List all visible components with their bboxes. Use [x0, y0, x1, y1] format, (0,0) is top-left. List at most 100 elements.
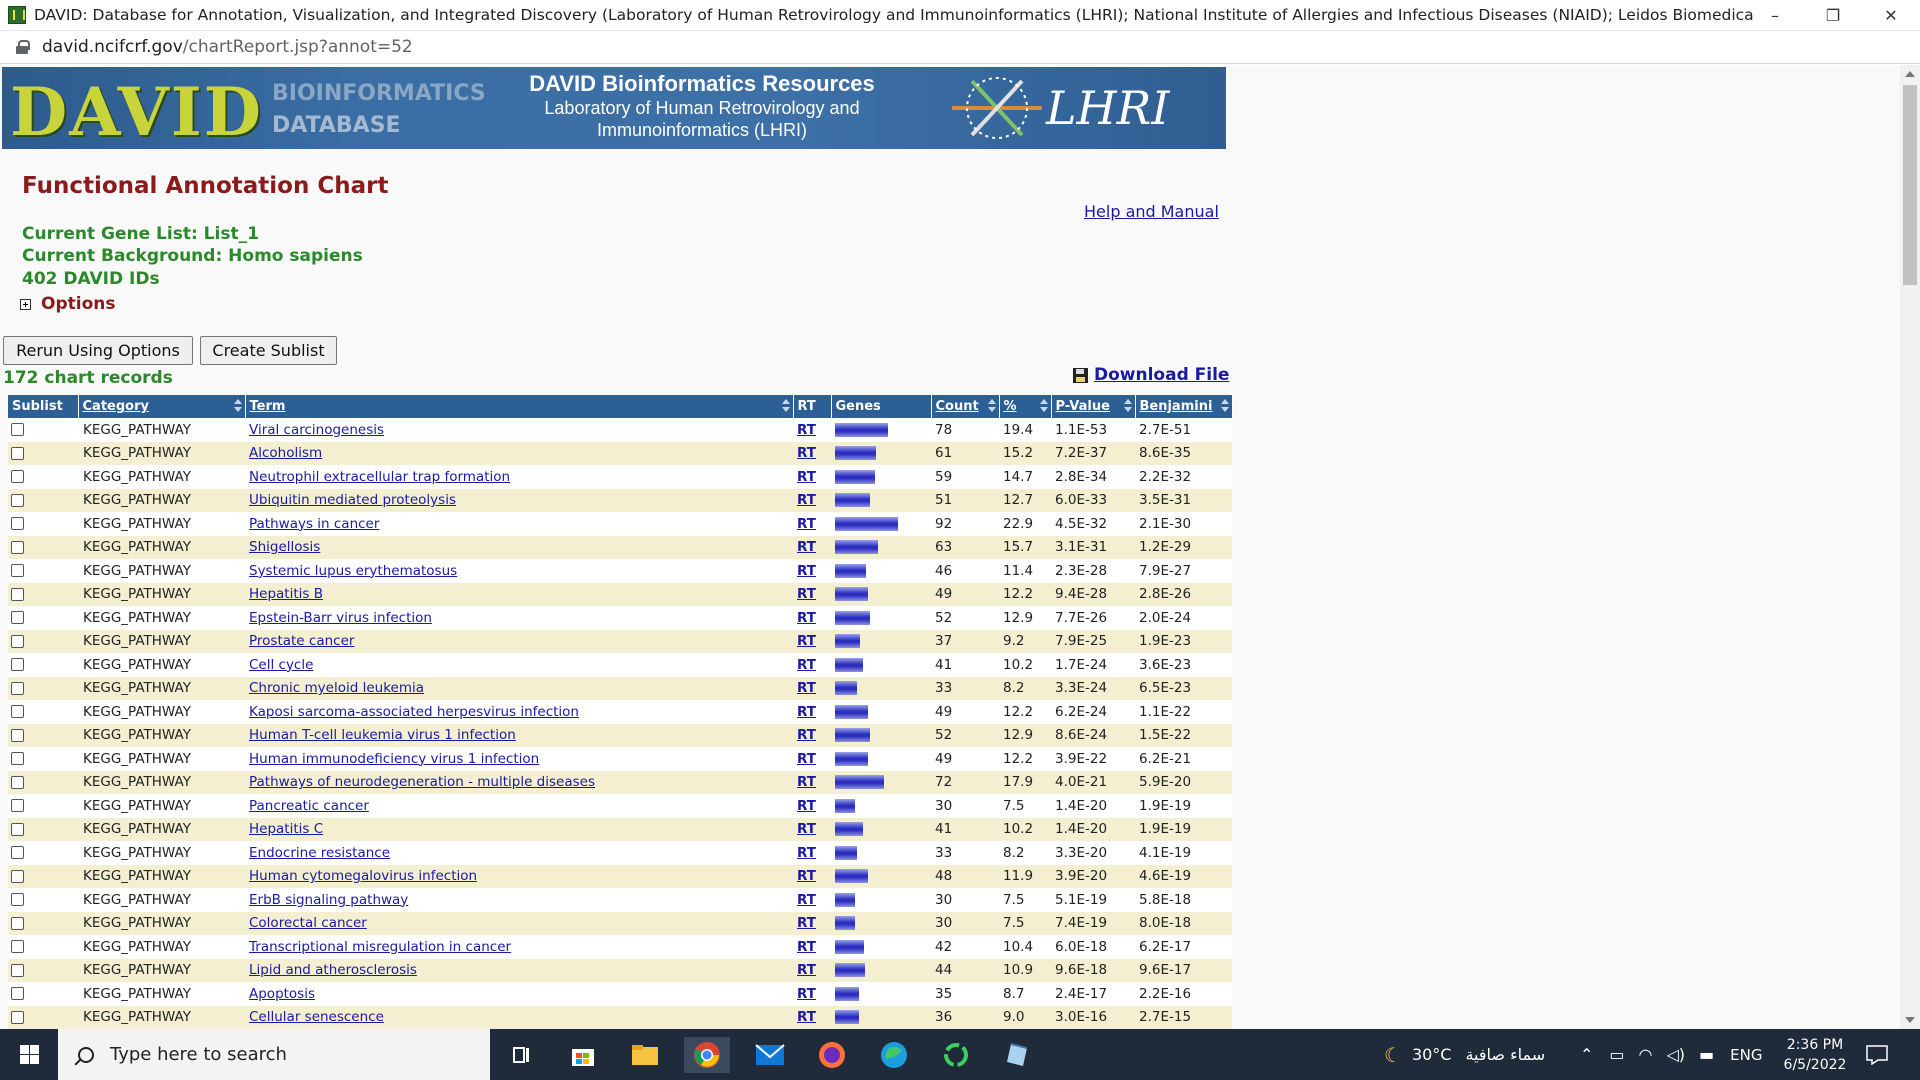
- help-manual-link[interactable]: Help and Manual: [1084, 202, 1219, 221]
- sort-icon[interactable]: [987, 399, 996, 413]
- row-checkbox[interactable]: [11, 564, 24, 578]
- scroll-up-arrow-icon[interactable]: [1905, 71, 1915, 77]
- genes-bar[interactable]: [835, 775, 884, 790]
- row-term-link[interactable]: Shigellosis: [249, 539, 320, 555]
- row-term-link[interactable]: Epstein-Barr virus infection: [249, 610, 432, 626]
- row-term-link[interactable]: Systemic lupus erythematosus: [249, 563, 457, 579]
- options-toggle[interactable]: Options: [20, 294, 115, 314]
- row-rt-link[interactable]: RT: [797, 657, 816, 673]
- taskbar-search-box[interactable]: Type here to search: [58, 1029, 490, 1080]
- address-bar[interactable]: david.ncifcrf.gov/chartReport.jsp?annot=…: [0, 31, 1920, 64]
- row-term-link[interactable]: Pathways of neurodegeneration - multiple…: [249, 774, 595, 790]
- row-checkbox[interactable]: [11, 681, 24, 695]
- vertical-scrollbar[interactable]: [1900, 65, 1920, 1029]
- download-file-link[interactable]: Download File: [1073, 365, 1229, 385]
- row-checkbox[interactable]: [11, 540, 24, 554]
- row-term-link[interactable]: Neutrophil extracellular trap formation: [249, 469, 510, 485]
- row-rt-link[interactable]: RT: [797, 892, 816, 908]
- volume-icon[interactable]: ◁): [1667, 1045, 1686, 1064]
- row-rt-link[interactable]: RT: [797, 422, 816, 438]
- row-rt-link[interactable]: RT: [797, 915, 816, 931]
- row-term-link[interactable]: Cellular senescence: [249, 1009, 384, 1025]
- col-benjamini[interactable]: Benjamini: [1135, 395, 1233, 418]
- col-percent-label[interactable]: %: [1004, 399, 1017, 414]
- genes-bar[interactable]: [835, 681, 857, 696]
- row-term-link[interactable]: Human cytomegalovirus infection: [249, 868, 477, 884]
- row-checkbox[interactable]: [11, 916, 24, 930]
- col-benjamini-label[interactable]: Benjamini: [1140, 399, 1213, 414]
- minimize-button[interactable]: –: [1746, 0, 1804, 31]
- row-checkbox[interactable]: [11, 493, 24, 507]
- lock-icon[interactable]: [16, 40, 30, 54]
- row-rt-link[interactable]: RT: [797, 633, 816, 649]
- row-rt-link[interactable]: RT: [797, 586, 816, 602]
- row-rt-link[interactable]: RT: [797, 492, 816, 508]
- row-checkbox[interactable]: [11, 987, 24, 1001]
- row-checkbox[interactable]: [11, 752, 24, 766]
- row-rt-link[interactable]: RT: [797, 939, 816, 955]
- row-checkbox[interactable]: [11, 705, 24, 719]
- genes-bar[interactable]: [835, 751, 868, 766]
- windows-start-button[interactable]: [0, 1029, 58, 1080]
- row-rt-link[interactable]: RT: [797, 774, 816, 790]
- row-term-link[interactable]: Pathways in cancer: [249, 516, 379, 532]
- row-checkbox[interactable]: [11, 728, 24, 742]
- sort-icon[interactable]: [781, 399, 790, 413]
- col-pvalue[interactable]: P-Value: [1051, 395, 1136, 418]
- weather-widget[interactable]: ☾ 30°C سماء صافية: [1384, 1029, 1545, 1080]
- row-term-link[interactable]: Apoptosis: [249, 986, 315, 1002]
- genes-bar[interactable]: [835, 916, 855, 931]
- close-button[interactable]: ✕: [1862, 0, 1920, 31]
- row-term-link[interactable]: Chronic myeloid leukemia: [249, 680, 424, 696]
- notifications-icon[interactable]: [1866, 1029, 1888, 1080]
- task-view-icon[interactable]: [503, 1037, 539, 1073]
- genes-bar[interactable]: [835, 892, 855, 907]
- col-percent[interactable]: %: [999, 395, 1052, 418]
- row-rt-link[interactable]: RT: [797, 798, 816, 814]
- row-checkbox[interactable]: [11, 1010, 24, 1024]
- genes-bar[interactable]: [835, 493, 870, 508]
- row-checkbox[interactable]: [11, 446, 24, 460]
- row-checkbox[interactable]: [11, 658, 24, 672]
- notepad-icon[interactable]: [1000, 1037, 1036, 1073]
- row-term-link[interactable]: Transcriptional misregulation in cancer: [249, 939, 511, 955]
- col-category[interactable]: Category: [78, 395, 246, 418]
- row-checkbox[interactable]: [11, 423, 24, 437]
- sync-app-icon[interactable]: [938, 1037, 974, 1073]
- genes-bar[interactable]: [835, 869, 868, 884]
- chevron-up-icon[interactable]: ⌃: [1580, 1045, 1593, 1064]
- col-count-label[interactable]: Count: [936, 399, 979, 414]
- row-checkbox[interactable]: [11, 611, 24, 625]
- row-checkbox[interactable]: [11, 940, 24, 954]
- genes-bar[interactable]: [835, 963, 865, 978]
- battery-icon[interactable]: ▬: [1699, 1045, 1714, 1064]
- clock[interactable]: 2:36 PM 6/5/2022: [1778, 1029, 1852, 1080]
- firefox-icon[interactable]: [814, 1037, 850, 1073]
- genes-bar[interactable]: [835, 422, 888, 437]
- genes-bar[interactable]: [835, 516, 898, 531]
- row-checkbox[interactable]: [11, 775, 24, 789]
- col-term-label[interactable]: Term: [250, 399, 286, 414]
- row-term-link[interactable]: Prostate cancer: [249, 633, 354, 649]
- genes-bar[interactable]: [835, 986, 859, 1001]
- meet-now-icon[interactable]: ▭: [1609, 1045, 1624, 1064]
- genes-bar[interactable]: [835, 1010, 859, 1025]
- chrome-taskbar-icon[interactable]: [684, 1037, 730, 1073]
- row-term-link[interactable]: Kaposi sarcoma-associated herpesvirus in…: [249, 704, 579, 720]
- sort-icon[interactable]: [1039, 399, 1048, 413]
- row-rt-link[interactable]: RT: [797, 868, 816, 884]
- create-sublist-button[interactable]: Create Sublist: [200, 336, 337, 365]
- rerun-options-button[interactable]: Rerun Using Options: [3, 336, 193, 365]
- row-checkbox[interactable]: [11, 470, 24, 484]
- url-text[interactable]: david.ncifcrf.gov/chartReport.jsp?annot=…: [42, 37, 413, 57]
- row-checkbox[interactable]: [11, 869, 24, 883]
- scrollbar-thumb[interactable]: [1903, 85, 1917, 285]
- col-count[interactable]: Count: [931, 395, 1000, 418]
- row-term-link[interactable]: Hepatitis B: [249, 586, 323, 602]
- row-rt-link[interactable]: RT: [797, 469, 816, 485]
- row-term-link[interactable]: Ubiquitin mediated proteolysis: [249, 492, 456, 508]
- row-rt-link[interactable]: RT: [797, 751, 816, 767]
- row-rt-link[interactable]: RT: [797, 727, 816, 743]
- row-checkbox[interactable]: [11, 893, 24, 907]
- genes-bar[interactable]: [835, 610, 870, 625]
